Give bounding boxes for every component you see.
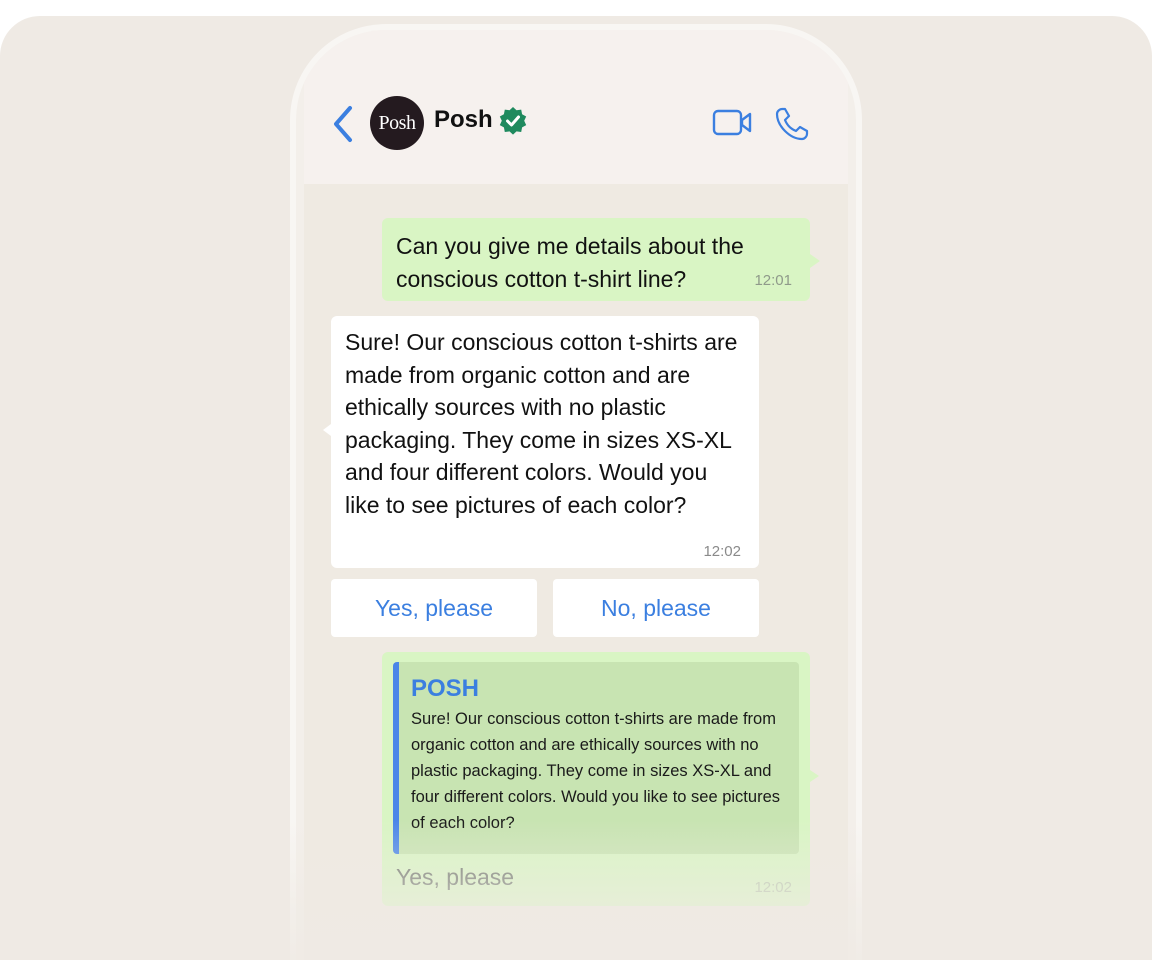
reply-message-bubble[interactable]: POSH Sure! Our conscious cotton t-shirts… bbox=[382, 652, 819, 906]
background-canvas: Posh Posh Can you give me details about … bbox=[0, 16, 1152, 960]
verified-badge-icon bbox=[499, 107, 527, 135]
avatar[interactable]: Posh bbox=[370, 96, 424, 150]
quoted-message[interactable]: POSH Sure! Our conscious cotton t-shirts… bbox=[393, 662, 799, 854]
message-time: 12:01 bbox=[754, 272, 792, 289]
outgoing-message-bubble[interactable]: Can you give me details about the consci… bbox=[382, 218, 820, 301]
quoted-text: Sure! Our conscious cotton t-shirts are … bbox=[411, 710, 780, 832]
quick-reply-yes-button[interactable]: Yes, please bbox=[331, 579, 537, 637]
phone-frame: Posh Posh Can you give me details about … bbox=[296, 30, 856, 960]
message-time: 12:02 bbox=[754, 879, 792, 896]
chat-header: Posh Posh bbox=[304, 30, 848, 184]
contact-name[interactable]: Posh bbox=[434, 106, 493, 134]
quoted-author: POSH bbox=[411, 675, 480, 702]
back-arrow-icon[interactable] bbox=[332, 104, 356, 144]
quick-reply-no-button[interactable]: No, please bbox=[553, 579, 759, 637]
phone-call-icon[interactable] bbox=[774, 106, 810, 142]
video-call-icon[interactable] bbox=[712, 108, 754, 138]
message-text: Yes, please bbox=[396, 864, 515, 890]
message-text: Sure! Our conscious cotton t-shirts are … bbox=[345, 329, 738, 518]
message-time: 12:02 bbox=[703, 543, 741, 560]
chat-area: Can you give me details about the consci… bbox=[304, 184, 848, 960]
incoming-message-bubble[interactable]: Sure! Our conscious cotton t-shirts are … bbox=[323, 316, 759, 568]
message-text: Can you give me details about the consci… bbox=[396, 233, 744, 292]
